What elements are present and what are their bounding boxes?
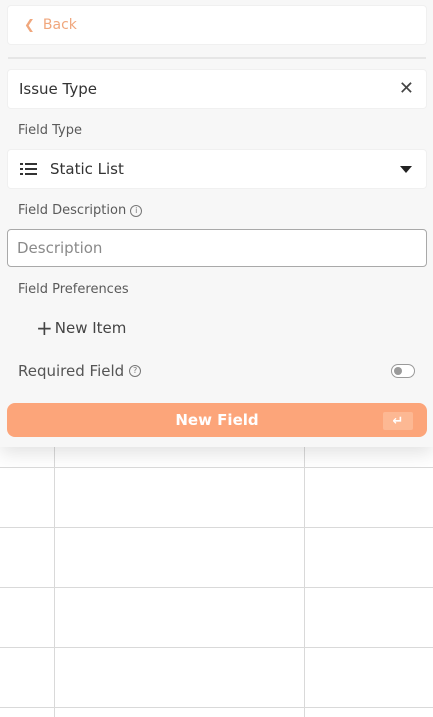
new-field-button[interactable]: New Field ↵ — [7, 403, 427, 437]
field-type-selected: Static List — [50, 160, 124, 178]
back-button[interactable]: ❮ Back — [8, 6, 426, 44]
field-type-select[interactable]: Static List — [8, 150, 426, 188]
required-field-label: Required Field ? — [18, 362, 142, 380]
grid-row-divider — [0, 467, 433, 468]
info-icon[interactable]: i — [130, 204, 143, 217]
new-item-button[interactable]: + New Item — [36, 318, 126, 338]
grid-column-divider — [304, 430, 305, 717]
description-input[interactable] — [7, 229, 427, 267]
caret-down-icon — [400, 165, 412, 173]
close-icon[interactable]: ✕ — [399, 80, 414, 98]
new-field-panel: ❮ Back Issue Type ✕ Field Type Static Li… — [0, 0, 433, 447]
field-description-label-text: Field Description — [18, 203, 127, 218]
field-preferences-label: Field Preferences — [18, 282, 129, 297]
help-icon[interactable]: ? — [129, 365, 142, 377]
field-preferences-label-text: Field Preferences — [18, 282, 129, 297]
required-field-toggle[interactable] — [391, 364, 415, 378]
grid-row-divider — [0, 647, 433, 648]
field-type-label-text: Field Type — [18, 123, 82, 138]
list-icon — [20, 162, 38, 176]
back-label: Back — [42, 17, 77, 33]
enter-key-icon: ↵ — [383, 412, 413, 430]
issue-type-header: Issue Type ✕ — [8, 70, 426, 108]
required-field-label-text: Required Field — [18, 362, 125, 380]
field-description-label: Field Description i — [18, 203, 143, 218]
grid-row-divider — [0, 587, 433, 588]
new-field-label: New Field — [175, 411, 259, 429]
grid-column-divider — [54, 430, 55, 717]
toggle-knob — [394, 367, 402, 375]
divider — [8, 57, 426, 59]
issue-type-title: Issue Type — [19, 80, 98, 98]
plus-icon: + — [36, 316, 53, 340]
field-type-label: Field Type — [18, 123, 82, 138]
grid-row-divider — [0, 707, 433, 708]
grid-row-divider — [0, 527, 433, 528]
chevron-left-icon: ❮ — [24, 17, 35, 33]
new-item-label: New Item — [54, 319, 127, 337]
